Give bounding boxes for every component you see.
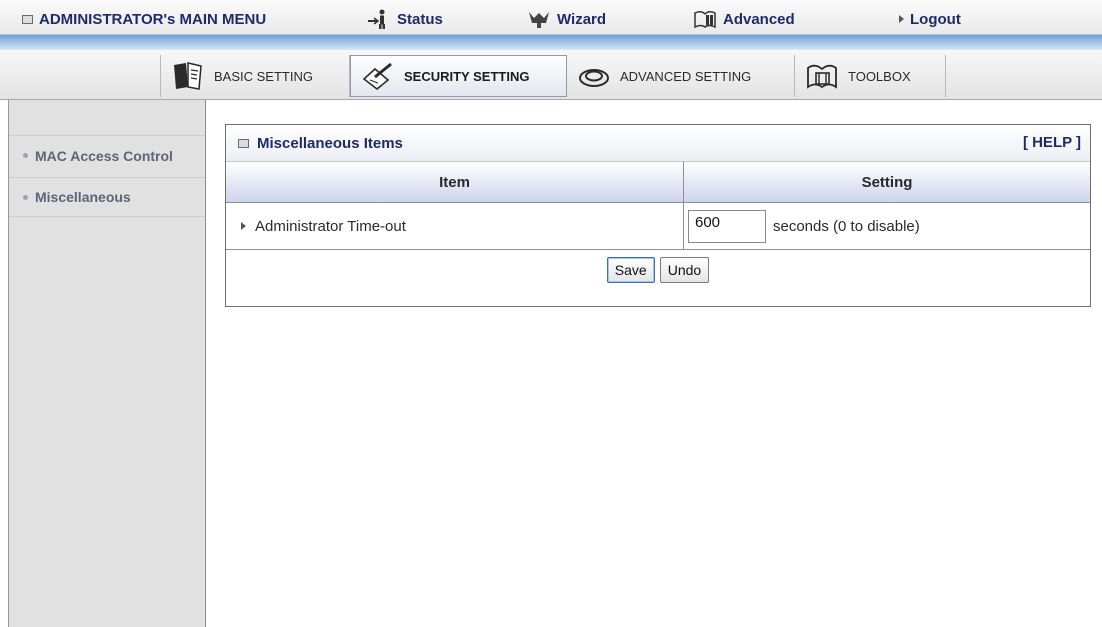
panel-header: Miscellaneous Items xyxy=(226,125,1090,161)
undo-button[interactable]: Undo xyxy=(659,257,710,283)
status-person-icon xyxy=(368,9,385,29)
advanced-label: Advanced xyxy=(723,10,795,28)
column-header-setting: Setting xyxy=(684,161,1090,203)
bullet-icon xyxy=(23,194,28,200)
sidebar-item-label: MAC Access Control xyxy=(35,147,173,164)
admin-timeout-input[interactable] xyxy=(688,209,766,243)
timeout-unit-text: seconds (0 to disable) xyxy=(773,217,920,235)
logout-link[interactable]: Logout xyxy=(899,6,961,32)
tab-advanced-setting-label: ADVANCED SETTING xyxy=(620,68,752,84)
status-link[interactable]: Status xyxy=(367,6,443,32)
wizard-icon xyxy=(529,12,549,28)
admin-main-menu-link[interactable]: ADMINISTRATOR's MAIN MENU xyxy=(22,6,266,32)
wizard-label: Wizard xyxy=(557,10,607,28)
tab-toolbox[interactable]: TOOLBOX xyxy=(795,55,946,97)
action-buttons: Save Undo xyxy=(226,250,1090,306)
arrow-right-icon xyxy=(241,222,246,230)
tab-security-setting-label: SECURITY SETTING xyxy=(404,68,530,84)
miscellaneous-panel: Miscellaneous Items [ HELP ] Item Settin… xyxy=(225,124,1091,307)
bullet-icon xyxy=(23,153,28,158)
toolbox-icon xyxy=(807,64,837,89)
advanced-link[interactable]: Advanced xyxy=(693,6,795,32)
notebook-icon xyxy=(174,62,202,90)
tab-advanced-setting[interactable]: ADVANCED SETTING xyxy=(567,55,795,97)
advanced-hat-icon xyxy=(579,69,609,87)
advanced-books-icon xyxy=(694,10,716,29)
square-bullet-icon xyxy=(238,138,249,148)
admin-timeout-label: Administrator Time-out xyxy=(255,217,406,235)
admin-timeout-label-cell: Administrator Time-out xyxy=(226,203,684,250)
sidebar-item-miscellaneous[interactable]: Miscellaneous xyxy=(9,177,205,217)
status-label: Status xyxy=(397,10,443,28)
settings-tab-row: BASIC SETTING SECURITY SETTING ADVANCED … xyxy=(0,50,1102,100)
admin-main-menu-label: ADMINISTRATOR's MAIN MENU xyxy=(39,10,267,28)
admin-timeout-setting-cell: seconds (0 to disable) xyxy=(684,203,1090,250)
logout-label: Logout xyxy=(910,10,961,28)
security-pen-icon xyxy=(362,62,392,91)
top-menu-bar: ADMINISTRATOR's MAIN MENU Status Wizard … xyxy=(0,0,1102,50)
tab-basic-setting[interactable]: BASIC SETTING xyxy=(160,55,350,97)
save-button[interactable]: Save xyxy=(606,257,655,283)
sidebar-item-mac-access-control[interactable]: MAC Access Control xyxy=(9,135,205,175)
sidebar-item-label: Miscellaneous xyxy=(35,189,131,205)
column-header-item: Item xyxy=(226,161,684,203)
sidebar: MAC Access Control Miscellaneous xyxy=(8,100,206,627)
square-bullet-icon xyxy=(22,14,33,24)
help-link[interactable]: [ HELP ] xyxy=(1023,134,1081,151)
panel-title: Miscellaneous Items xyxy=(257,134,403,152)
tab-security-setting[interactable]: SECURITY SETTING xyxy=(350,55,567,97)
arrow-right-icon xyxy=(899,15,904,23)
tab-toolbox-label: TOOLBOX xyxy=(848,68,911,84)
wizard-link[interactable]: Wizard xyxy=(527,6,606,32)
tab-basic-setting-label: BASIC SETTING xyxy=(214,68,313,84)
